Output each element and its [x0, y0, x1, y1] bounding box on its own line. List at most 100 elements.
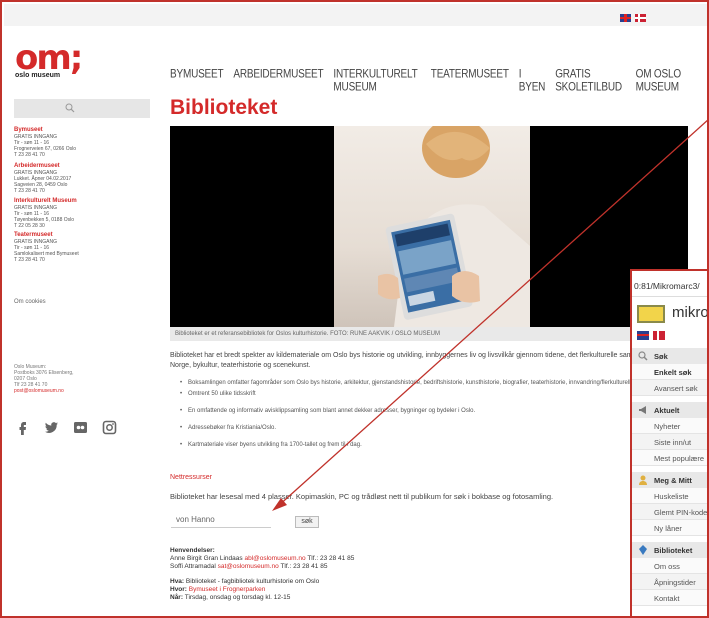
image-caption: Biblioteket er et referansebibliotek for…: [170, 327, 688, 341]
museum-info-interkulturelt: Interkulturelt Museum GRATIS INNGANG Tir…: [14, 198, 154, 229]
instagram-icon[interactable]: [102, 420, 117, 435]
where-line: Hvor: Bymuseet i Frognerparken: [170, 586, 470, 594]
menu-om-oss[interactable]: Om oss: [632, 558, 707, 574]
nav-interkulturelt-museum[interactable]: INTERKULTURELT MUSEUM: [333, 68, 420, 94]
menu-mest-populaere[interactable]: Mest populære: [632, 450, 707, 466]
when-line: Når: Tirsdag, onsdag og torsdag kl. 12-1…: [170, 594, 470, 602]
mikromarc-logo-text: mikro: [672, 304, 709, 321]
when-value: Tirsdag, onsdag og torsdag kl. 12-15: [184, 594, 291, 601]
nav-i-byen[interactable]: I BYEN: [519, 68, 546, 94]
intro-paragraph: Biblioteket har et bredt spekter av kild…: [170, 352, 698, 369]
postal-address: Oslo Museum: Postboks 3076 Elisenberg, 0…: [14, 364, 154, 394]
menu-ny-laner[interactable]: Ny låner: [632, 520, 707, 536]
search-icon: [65, 103, 75, 113]
oslo-museum-logo[interactable]: om; oslo museum: [15, 38, 95, 79]
magnifier-icon: [638, 351, 648, 361]
nav-teatermuseet[interactable]: TEATERMUSEET: [431, 68, 509, 94]
list-item: Boksamlingen omfatter fagområder som Osl…: [180, 379, 690, 387]
library-search-input[interactable]: [171, 512, 271, 528]
english-flag-icon[interactable]: [620, 14, 631, 22]
section-biblioteket: Biblioteket: [632, 542, 707, 558]
museum-title[interactable]: Arbeidermuseet: [14, 163, 154, 170]
contact-person-1: Anne Birgit Gran Lindaas abl@oslomuseum.…: [170, 555, 470, 563]
list-item: En omfattende og informativ avisklippsam…: [180, 407, 690, 415]
menu-avansert-sok[interactable]: Avansert søk: [632, 380, 707, 396]
menu-apningstider[interactable]: Åpningstider: [632, 574, 707, 590]
nav-gratis-skoletilbud[interactable]: GRATIS SKOLETILBUD: [555, 68, 625, 94]
tablet-reader-illustration: [378, 126, 530, 327]
norwegian-flag-icon[interactable]: [653, 331, 665, 340]
social-links: [15, 420, 117, 435]
section-aktuelt: Aktuelt: [632, 402, 707, 418]
mikromarc-window: 0:81/Mikromarc3/ mikro Søk Enkelt søk Av…: [630, 269, 709, 616]
museum-line: T 22 05 28 30: [14, 223, 45, 229]
facebook-icon[interactable]: [15, 420, 30, 435]
what-value: Biblioteket - fagbibliotek kulturhistori…: [185, 578, 320, 585]
museum-info-bymuseet: Bymuseet GRATIS INNGANG Tir - søn 11 - 1…: [14, 127, 154, 158]
norwegian-flag-icon[interactable]: [635, 14, 646, 22]
reading-room-info: Biblioteket har lesesal med 4 plasser. K…: [170, 492, 554, 501]
top-bar: [4, 4, 707, 26]
logo-subtitle: oslo museum: [15, 72, 61, 79]
menu-nyheter[interactable]: Nyheter: [632, 418, 707, 434]
menu-siste-inn-ut[interactable]: Siste inn/ut: [632, 434, 707, 450]
contact-email-link[interactable]: sat@oslomuseum.no: [218, 563, 279, 570]
menu-enkelt-sok[interactable]: Enkelt søk: [632, 364, 707, 380]
museum-title[interactable]: Teatermuseet: [14, 232, 154, 239]
main-navigation: BYMUSEET ARBEIDERMUSEET INTERKULTURELT M…: [170, 68, 707, 94]
hero-image: [170, 126, 688, 327]
contact-email-link[interactable]: abl@oslomuseum.no: [244, 555, 305, 562]
what-line: Hva: Biblioteket - fagbibliotek kulturhi…: [170, 578, 470, 586]
section-title: Biblioteket: [654, 546, 693, 555]
mikromarc-logo[interactable]: mikro: [632, 302, 709, 326]
contact-name: Anne Birgit Gran Lindaas: [170, 555, 243, 562]
menu-huskeliste[interactable]: Huskeliste: [632, 488, 707, 504]
museum-title[interactable]: Interkulturelt Museum: [14, 198, 154, 205]
address-bar-url[interactable]: 0:81/Mikromarc3/: [632, 271, 707, 297]
nav-bymuseet[interactable]: BYMUSEET: [170, 68, 224, 94]
section-sok: Søk: [632, 348, 707, 364]
cookies-link[interactable]: Om cookies: [14, 299, 46, 305]
list-item: Kartmateriale viser byens utvikling fra …: [180, 441, 690, 449]
library-icon: [639, 545, 647, 555]
contact-info: Henvendelser: Anne Birgit Gran Lindaas a…: [170, 547, 470, 602]
flickr-icon[interactable]: [73, 420, 88, 435]
mikromarc-logo-icon: [637, 305, 665, 323]
hero-photo: [334, 126, 530, 327]
collection-list: Boksamlingen omfatter fagområder som Osl…: [180, 379, 690, 458]
menu-glemt-pin-kode[interactable]: Glemt PIN-kode: [632, 504, 707, 520]
logo-mark: om;: [15, 38, 83, 78]
list-item: Omtrent 50 ulike tidsskrift: [180, 390, 690, 398]
when-label: Når:: [170, 594, 184, 601]
megaphone-icon: [639, 406, 646, 414]
museum-line: T 23 28 41 70: [14, 257, 45, 263]
twitter-icon[interactable]: [44, 420, 59, 435]
where-link[interactable]: Bymuseet i Frognerparken: [189, 586, 266, 593]
english-flag-icon[interactable]: [637, 331, 649, 340]
museum-info-teatermuseet: Teatermuseet GRATIS INNGANG Tir - søn 11…: [14, 232, 154, 263]
museum-title[interactable]: Bymuseet: [14, 127, 154, 134]
contact-phone: Tlf.: 23 28 41 85: [280, 563, 328, 570]
section-title: Søk: [654, 352, 668, 361]
search-button[interactable]: søk: [295, 516, 319, 528]
what-label: Hva:: [170, 578, 185, 585]
section-title: Meg & Mitt: [654, 476, 692, 485]
section-meg-og-mitt: Meg & Mitt: [632, 472, 707, 488]
contact-name: Soffi Attramadal: [170, 563, 216, 570]
nettressurser-link[interactable]: Nettressurser: [170, 474, 212, 481]
nav-arbeidermuseet[interactable]: ARBEIDERMUSEET: [233, 68, 323, 94]
contact-person-2: Soffi Attramadal sat@oslomuseum.no Tlf.:…: [170, 563, 470, 571]
nav-om-oslo-museum[interactable]: OM OSLO MUSEUM: [636, 68, 697, 94]
site-search-box[interactable]: [14, 99, 150, 118]
list-item: Adressebøker fra Kristiania/Oslo.: [180, 424, 690, 432]
museum-line: T 23 28 41 70: [14, 152, 45, 158]
contact-email-link[interactable]: post@oslomuseum.no: [14, 388, 154, 394]
page-title: Biblioteket: [170, 96, 278, 119]
screenshot-frame: om; oslo museum BYMUSEET ARBEIDERMUSEET …: [0, 0, 709, 618]
menu-kontakt[interactable]: Kontakt: [632, 590, 707, 606]
section-title: Aktuelt: [654, 406, 680, 415]
museum-line: T 23 28 41 70: [14, 188, 45, 194]
contacts-heading: Henvendelser:: [170, 547, 215, 554]
contact-phone: Tlf.: 23 28 41 85: [307, 555, 355, 562]
where-label: Hvor:: [170, 586, 187, 593]
